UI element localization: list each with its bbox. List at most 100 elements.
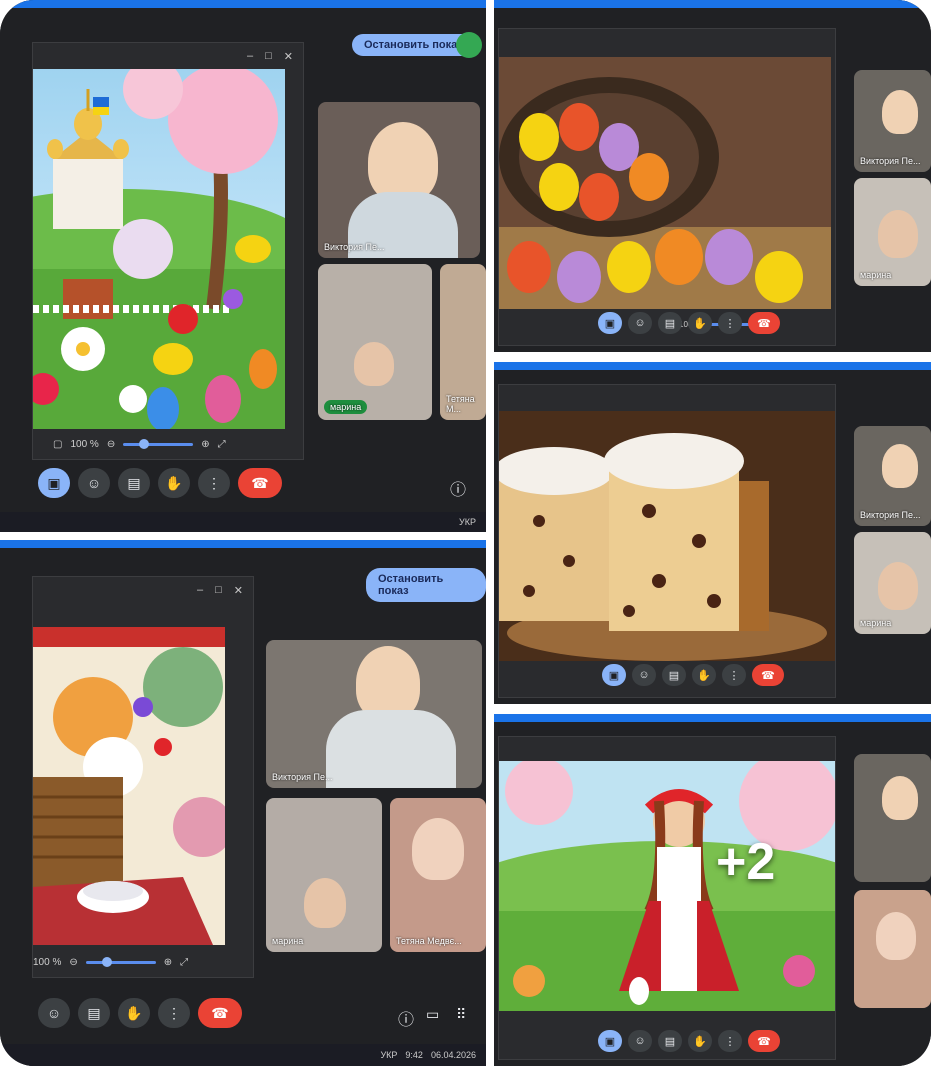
zoom-in-icon[interactable]: ⊕ [201, 439, 209, 450]
hand-icon[interactable]: ✋ [688, 1030, 712, 1052]
phone-hangup-icon[interactable]: ☎ [198, 998, 242, 1028]
tile-easter-village: Остановить показ – □ ✕ ▢ 100 % ⊖ ⊕ ⤢ Вик… [0, 0, 486, 532]
captions-icon[interactable]: ▤ [662, 664, 686, 686]
phone-hangup-icon[interactable]: ☎ [748, 1030, 780, 1052]
fit-icon[interactable]: ▢ [53, 439, 62, 450]
call-controls: ▣ ☺ ▤ ✋ ⋮ ☎ [598, 1030, 780, 1052]
emoji-icon[interactable]: ☺ [628, 1030, 652, 1052]
hand-icon[interactable]: ✋ [158, 468, 190, 498]
zoom-toolbar: ▢ 100 % ⊖ ⊕ ⤢ [33, 431, 303, 457]
minimize-icon[interactable]: – [247, 50, 253, 62]
easter-bread-picture [499, 411, 835, 661]
egg-basket-picture [499, 57, 831, 309]
phone-hangup-icon[interactable]: ☎ [238, 468, 282, 498]
easter-basket-art [33, 627, 225, 945]
more-vert-icon[interactable]: ⋮ [722, 664, 746, 686]
maximize-icon[interactable]: □ [215, 584, 222, 596]
fullscreen-icon[interactable]: ⤢ [218, 439, 226, 450]
green-mic-indicator [456, 32, 482, 58]
participant-video-1: Виктория Пе... [266, 640, 482, 788]
call-controls: ☺ ▤ ✋ ⋮ ☎ [38, 998, 242, 1028]
participant-video-1: Виктория Пе... [318, 102, 480, 258]
taskbar-lang: УКР [380, 1050, 398, 1060]
ukrainian-girl-picture [499, 761, 835, 1011]
captions-icon[interactable]: ▤ [658, 312, 682, 334]
more-vert-icon[interactable]: ⋮ [718, 312, 742, 334]
participant-name: марина [860, 618, 892, 628]
participant-name: Тетяна Медвє... [396, 936, 462, 946]
more-vert-icon[interactable]: ⋮ [198, 468, 230, 498]
captions-icon[interactable]: ▤ [78, 998, 110, 1028]
image-viewer-window: 100 % [498, 28, 836, 346]
participant-video-3: Тетяна Медвє... [390, 798, 486, 952]
tile-easter-basket: Остановить показ – □ ✕ 100 % ⊖ ⊕ ⤢ Викто… [0, 540, 486, 1066]
participant-video-2: марина [318, 264, 432, 420]
zoom-slider[interactable] [123, 438, 194, 449]
info-icon[interactable]: ⓘ [450, 476, 466, 500]
participant-name: Виктория Пе... [324, 242, 385, 252]
present-screen-icon[interactable]: ▣ [598, 312, 622, 334]
close-icon[interactable]: ✕ [284, 50, 293, 63]
zoom-level[interactable]: 100 % [33, 957, 61, 968]
tile-egg-basket: 100 % ▣ ☺ ▤ ✋ ⋮ ☎ Виктория Пе... марина [494, 0, 931, 352]
phone-hangup-icon[interactable]: ☎ [748, 312, 780, 334]
zoom-level[interactable]: 100 % [70, 439, 98, 450]
more-vert-icon[interactable]: ⋮ [718, 1030, 742, 1052]
participant-video-2: марина [266, 798, 382, 952]
participant-name: Виктория Пе... [272, 772, 333, 782]
easter-basket-picture [33, 627, 225, 945]
hand-icon[interactable]: ✋ [692, 664, 716, 686]
image-viewer-window [498, 384, 836, 698]
taskbar-time: 9:42 [405, 1050, 423, 1060]
taskbar-date: 06.04.2026 [430, 1050, 476, 1060]
captions-icon[interactable]: ▤ [118, 468, 150, 498]
hand-icon[interactable]: ✋ [688, 312, 712, 334]
participant-name: марина [324, 400, 368, 414]
emoji-icon[interactable]: ☺ [38, 998, 70, 1028]
participant-name: Виктория Пе... [860, 156, 921, 166]
zoom-slider[interactable] [85, 956, 156, 967]
zoom-toolbar: 100 % ⊖ ⊕ ⤢ [33, 949, 253, 975]
close-icon[interactable]: ✕ [234, 584, 243, 597]
taskbar-lang: УКР [459, 517, 476, 527]
more-photos-count[interactable]: +2 [716, 832, 775, 892]
hand-icon[interactable]: ✋ [118, 998, 150, 1028]
chat-icon[interactable]: ▭ [426, 1006, 439, 1023]
emoji-icon[interactable]: ☺ [78, 468, 110, 498]
participant-video-1: Виктория Пе... [854, 426, 931, 526]
zoom-in-icon[interactable]: ⊕ [164, 957, 172, 968]
easter-bread-art [499, 411, 835, 661]
viewer-toolbar: – □ ✕ [33, 43, 303, 69]
minimize-icon[interactable]: – [197, 584, 203, 596]
participant-video-1: Виктория Пе... [854, 70, 931, 172]
call-controls: ▣ ☺ ▤ ✋ ⋮ ☎ [598, 312, 780, 334]
emoji-icon[interactable]: ☺ [628, 312, 652, 334]
zoom-out-icon[interactable]: ⊖ [69, 957, 77, 968]
participant-video-2: марина [854, 178, 931, 286]
fullscreen-icon[interactable]: ⤢ [180, 957, 188, 968]
easter-village-picture [33, 69, 285, 429]
image-viewer-window [498, 736, 836, 1060]
maximize-icon[interactable]: □ [265, 50, 272, 62]
phone-hangup-icon[interactable]: ☎ [752, 664, 784, 686]
participant-video-2: марина [854, 532, 931, 634]
participant-video-1 [854, 754, 931, 882]
participant-video-3: Тетяна М... [440, 264, 486, 420]
stop-share-button[interactable]: Остановить показ [366, 568, 486, 602]
emoji-icon[interactable]: ☺ [632, 664, 656, 686]
tile-ukrainian-girl: +2 ▣ ☺ ▤ ✋ ⋮ ☎ [494, 714, 931, 1066]
present-screen-icon[interactable]: ▣ [602, 664, 626, 686]
image-viewer-window: – □ ✕ [32, 576, 254, 978]
info-icon[interactable]: ⓘ [398, 1006, 414, 1030]
taskbar: УКР [0, 512, 486, 532]
present-screen-icon[interactable]: ▣ [38, 468, 70, 498]
apps-icon[interactable]: ⠿ [456, 1006, 466, 1023]
participant-name: марина [272, 936, 304, 946]
child-figure [368, 122, 438, 202]
more-vert-icon[interactable]: ⋮ [158, 998, 190, 1028]
egg-basket-art [499, 57, 831, 309]
window-titlebar [0, 0, 486, 8]
present-screen-icon[interactable]: ▣ [598, 1030, 622, 1052]
zoom-out-icon[interactable]: ⊖ [107, 439, 115, 450]
captions-icon[interactable]: ▤ [658, 1030, 682, 1052]
